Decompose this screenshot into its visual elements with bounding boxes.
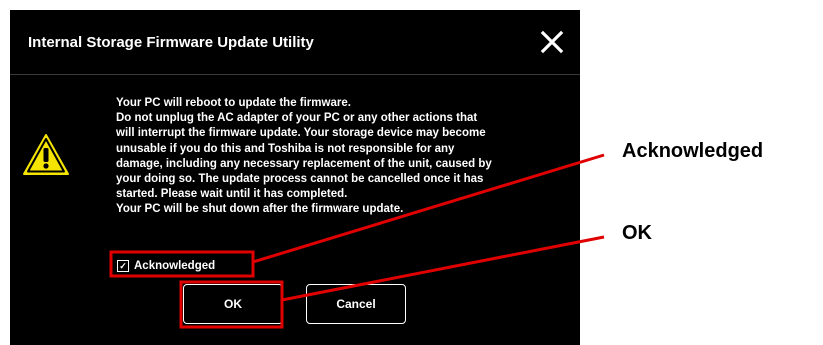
title-divider xyxy=(10,74,580,75)
firmware-update-dialog: Internal Storage Firmware Update Utility… xyxy=(10,10,580,345)
acknowledged-checkbox[interactable]: ✓ Acknowledged xyxy=(117,258,215,274)
message-line: Your PC will be shut down after the firm… xyxy=(116,203,404,216)
message-line: damage, including any necessary replacem… xyxy=(116,157,492,170)
warning-message: Your PC will reboot to update the firmwa… xyxy=(116,96,571,218)
message-line: will interrupt the firmware update. Your… xyxy=(116,127,486,140)
message-line: Do not unplug the AC adapter of your PC … xyxy=(116,112,478,125)
acknowledged-callout-label: Acknowledged xyxy=(622,140,764,162)
cancel-button[interactable]: Cancel xyxy=(306,284,406,324)
message-line: unusable if you do this and Toshiba is n… xyxy=(116,142,455,155)
message-line: started. Please wait until it has comple… xyxy=(116,188,348,201)
ok-callout-label: OK xyxy=(622,222,652,244)
warning-triangle-icon xyxy=(23,134,69,175)
close-icon xyxy=(540,30,564,54)
message-line: Your PC will reboot to update the firmwa… xyxy=(116,97,351,109)
ok-button[interactable]: OK xyxy=(183,284,283,324)
close-button[interactable] xyxy=(538,28,566,56)
message-line: your doing so. The update process cannot… xyxy=(116,173,484,186)
dialog-title: Internal Storage Firmware Update Utility xyxy=(28,34,314,51)
dialog-titlebar: Internal Storage Firmware Update Utility xyxy=(10,10,580,74)
checkbox-check-icon[interactable]: ✓ xyxy=(117,260,129,272)
acknowledged-label: Acknowledged xyxy=(134,260,216,272)
